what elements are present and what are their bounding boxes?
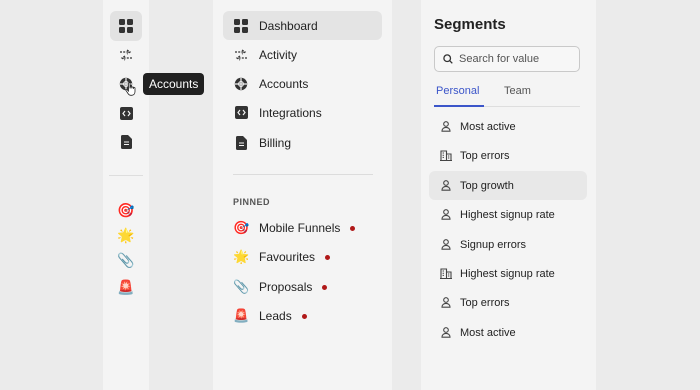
sidebar-item-billing[interactable]: Billing — [223, 128, 382, 157]
pinned-item-proposals[interactable]: 📎 Proposals — [223, 274, 382, 300]
unread-dot — [301, 313, 307, 319]
paperclip-emoji-icon: 📎 — [117, 251, 135, 268]
dashboard-icon — [233, 18, 249, 34]
segment-item[interactable]: Most active — [429, 318, 587, 347]
billing-icon — [120, 135, 132, 149]
rail-dashboard-button[interactable] — [110, 11, 142, 41]
dashboard-icon — [119, 19, 133, 33]
person-icon — [440, 180, 452, 192]
tab-personal[interactable]: Personal — [436, 85, 479, 97]
target-emoji-icon: 🎯 — [233, 220, 250, 235]
target-emoji-icon: 🎯 — [117, 201, 135, 218]
person-icon — [440, 297, 452, 309]
segment-item-label: Top growth — [460, 179, 514, 192]
rail-integrations-button[interactable] — [110, 98, 142, 128]
accounts-icon — [233, 76, 249, 92]
star-emoji-icon: 🌟 — [117, 226, 135, 243]
pinned-item-favourites[interactable]: 🌟 Favourites — [223, 244, 382, 270]
sidebar-item-integrations[interactable]: Integrations — [223, 98, 382, 127]
sidebar-item-label: Accounts — [259, 76, 309, 91]
segment-item-label: Highest signup rate — [460, 267, 555, 280]
pinned-item-label: Mobile Funnels — [259, 221, 341, 235]
segment-item-label: Highest signup rate — [460, 208, 555, 221]
person-icon — [440, 239, 452, 251]
segment-item-label: Top errors — [460, 149, 510, 162]
segment-item[interactable]: Highest signup rate — [429, 259, 587, 288]
segment-item-label: Signup errors — [460, 238, 527, 251]
rail-divider — [109, 175, 143, 176]
sidebar-item-label: Billing — [259, 135, 292, 150]
person-icon — [440, 327, 452, 339]
icon-rail: 🎯 🌟 📎 🚨 — [103, 0, 149, 390]
hand-cursor-icon — [125, 82, 136, 96]
integrations-icon — [119, 106, 133, 120]
segment-item[interactable]: Highest signup rate — [429, 200, 587, 229]
rail-billing-button[interactable] — [110, 127, 142, 157]
pinned-item-label: Proposals — [259, 280, 313, 294]
rail-pin-proposals[interactable]: 📎 — [116, 250, 136, 270]
segments-title: Segments — [434, 16, 506, 33]
pinned-section-label: PINNED — [233, 197, 271, 207]
sidebar-item-activity[interactable]: Activity — [223, 40, 382, 69]
siren-emoji-icon: 🚨 — [117, 278, 135, 295]
segment-item[interactable]: Top errors — [429, 288, 587, 317]
activity-icon — [119, 49, 133, 61]
sidebar: Dashboard Activity Accounts Integrations… — [213, 0, 392, 390]
integrations-icon — [233, 105, 249, 121]
segment-item-label: Top errors — [460, 296, 510, 309]
segment-item[interactable]: Signup errors — [429, 230, 587, 259]
sidebar-item-accounts[interactable]: Accounts — [223, 69, 382, 98]
search-input[interactable] — [459, 53, 569, 65]
unread-dot — [350, 225, 356, 231]
sidebar-item-label: Dashboard — [259, 18, 318, 33]
sidebar-item-dashboard[interactable]: Dashboard — [223, 11, 382, 40]
rail-activity-button[interactable] — [110, 40, 142, 70]
building-icon — [440, 150, 452, 162]
rail-pin-favourites[interactable]: 🌟 — [116, 225, 136, 245]
segments-search — [434, 46, 580, 72]
activity-icon — [233, 47, 249, 63]
segment-item[interactable]: Most active — [429, 112, 587, 141]
pinned-item-leads[interactable]: 🚨 Leads — [223, 303, 382, 329]
segment-item-label: Most active — [460, 326, 516, 339]
person-icon — [440, 121, 452, 133]
segment-item-label: Most active — [460, 120, 516, 133]
person-icon — [440, 209, 452, 221]
pinned-item-mobile-funnels[interactable]: 🎯 Mobile Funnels — [223, 215, 382, 241]
sidebar-divider — [233, 174, 373, 175]
active-tab-indicator — [434, 105, 484, 107]
rail-pin-mobile-funnels[interactable]: 🎯 — [116, 200, 136, 220]
sidebar-item-label: Integrations — [259, 105, 322, 120]
segments-panel: Segments Personal Team Most active Top er… — [421, 0, 596, 390]
search-icon — [443, 54, 453, 64]
accounts-tooltip: Accounts — [143, 73, 205, 95]
paperclip-emoji-icon: 📎 — [233, 279, 250, 294]
unread-dot — [325, 254, 331, 260]
pinned-item-label: Leads — [259, 309, 292, 323]
segment-item[interactable]: Top growth — [429, 171, 587, 200]
sidebar-item-label: Activity — [259, 47, 298, 62]
pinned-item-label: Favourites — [259, 250, 316, 264]
unread-dot — [322, 284, 328, 290]
segment-item[interactable]: Top errors — [429, 141, 587, 170]
building-icon — [440, 268, 452, 280]
tab-team[interactable]: Team — [504, 85, 531, 97]
rail-pin-leads[interactable]: 🚨 — [116, 277, 136, 297]
star-emoji-icon: 🌟 — [233, 249, 250, 264]
siren-emoji-icon: 🚨 — [233, 308, 250, 323]
billing-icon — [233, 135, 249, 151]
